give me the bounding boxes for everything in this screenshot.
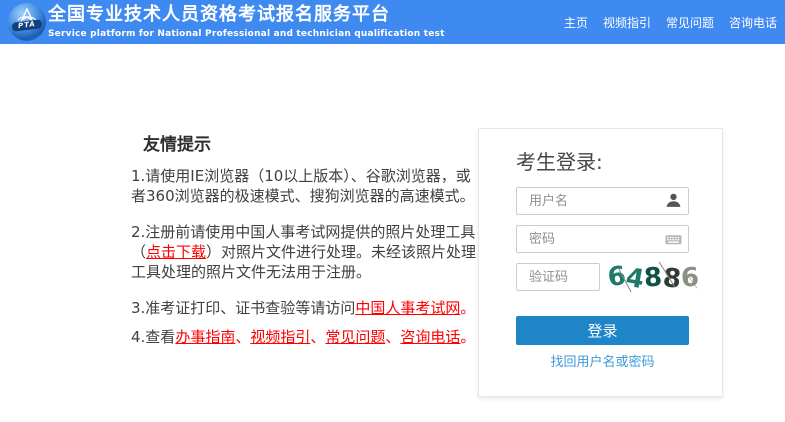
friendly-tips-section: 友情提示 1.请使用IE浏览器（10以上版本）、谷歌浏览器，或者360浏览器的极… [131, 130, 481, 363]
page: PTA 全国专业技术人员资格考试报名服务平台 Service platform … [0, 0, 785, 422]
tip-text: 3.准考证打印、证书查验等请访问 [131, 299, 355, 317]
tip-text: ）对照片文件进行处理。未经该照片处理 [206, 243, 476, 261]
header-nav: 主页视频指引常见问题咨询电话 [564, 0, 777, 44]
nav-link-4[interactable]: 咨询电话 [729, 14, 777, 31]
tip-text: 1.请使用IE浏览器（10以上版本）、谷歌浏览器，或 [131, 167, 471, 185]
tip-paragraph: 2.注册前请使用中国人事考试网提供的照片处理工具 （点击下载）对照片文件进行处理。… [131, 222, 481, 282]
tip-link[interactable]: 点击下载 [146, 243, 206, 261]
site-subtitle: Service platform for National Profession… [48, 29, 445, 39]
site-title: 全国专业技术人员资格考试报名服务平台 [48, 4, 445, 25]
captcha-digit: 8 [644, 264, 664, 291]
tip-text: 。 [460, 299, 475, 317]
login-button[interactable]: 登录 [516, 316, 689, 345]
login-panel: 考生登录: 64886 登录 找回 [478, 128, 723, 397]
tip-paragraph: 1.请使用IE浏览器（10以上版本）、谷歌浏览器，或者360浏览器的极速模式、搜… [131, 166, 481, 206]
tip-text: 4.查看 [131, 328, 175, 346]
user-icon [665, 192, 682, 209]
tip-text: 2.注册前请使用中国人事考试网提供的照片处理工具 [131, 223, 475, 241]
nav-link-1[interactable]: 主页 [564, 14, 588, 31]
tip-link[interactable]: 常见问题 [325, 328, 385, 346]
captcha-digits: 64886 [606, 256, 701, 300]
tip-paragraph: 4.查看办事指南、视频指引、常见问题、咨询电话。 [131, 327, 481, 347]
header-bar: PTA 全国专业技术人员资格考试报名服务平台 Service platform … [0, 0, 785, 44]
tip-link[interactable]: 中国人事考试网 [355, 299, 460, 317]
tip-text: 、 [385, 328, 400, 346]
tip-link[interactable]: 视频指引 [250, 328, 310, 346]
username-input[interactable] [516, 187, 689, 215]
tip-link[interactable]: 咨询电话 [400, 328, 460, 346]
tip-text: 工具处理的照片文件无法用于注册。 [131, 263, 371, 281]
tip-link[interactable]: 办事指南 [175, 328, 235, 346]
nav-link-3[interactable]: 常见问题 [666, 14, 714, 31]
pta-logo-icon: PTA [8, 3, 46, 41]
tip-text: 、 [235, 328, 250, 346]
tips-paragraphs: 1.请使用IE浏览器（10以上版本）、谷歌浏览器，或者360浏览器的极速模式、搜… [131, 166, 481, 347]
tip-text: （ [131, 243, 146, 261]
tip-text: 。 [460, 328, 475, 346]
tip-text: 者360浏览器的极速模式、搜狗浏览器的高速模式。 [131, 187, 475, 205]
nav-link-2[interactable]: 视频指引 [603, 14, 651, 31]
password-input[interactable] [516, 225, 689, 253]
login-title: 考生登录: [516, 146, 603, 175]
captcha-image[interactable]: 64886 [606, 256, 701, 300]
tip-text: 、 [310, 328, 325, 346]
tip-paragraph: 3.准考证打印、证书查验等请访问中国人事考试网。 [131, 298, 481, 318]
forgot-credentials-link[interactable]: 找回用户名或密码 [516, 351, 689, 370]
captcha-input[interactable] [516, 263, 600, 291]
keyboard-icon [665, 231, 682, 248]
tips-heading: 友情提示 [143, 130, 481, 155]
site-title-block: 全国专业技术人员资格考试报名服务平台 Service platform for … [48, 4, 445, 39]
